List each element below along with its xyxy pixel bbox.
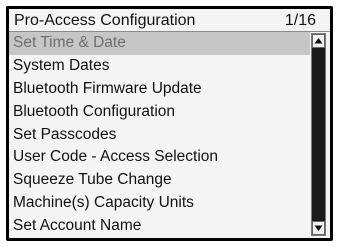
menu-item-bluetooth-configuration[interactable]: Bluetooth Configuration (9, 101, 310, 124)
configuration-menu: Set Time & Date System Dates Bluetooth F… (9, 32, 310, 238)
page-title: Pro-Access Configuration (14, 12, 196, 29)
scroll-up-button[interactable] (312, 34, 325, 48)
triangle-down-icon (314, 225, 323, 231)
scrollbar[interactable] (311, 33, 326, 236)
menu-item-set-passcodes[interactable]: Set Passcodes (9, 124, 310, 147)
triangle-up-icon (314, 38, 323, 44)
display-panel: Pro-Access Configuration 1/16 Set Time &… (9, 9, 330, 238)
device-screen-bezel: Pro-Access Configuration 1/16 Set Time &… (6, 6, 333, 241)
menu-item-set-account-name[interactable]: Set Account Name (9, 215, 310, 238)
title-bar: Pro-Access Configuration 1/16 (9, 9, 330, 32)
scrollbar-track[interactable] (312, 48, 325, 221)
menu-item-system-dates[interactable]: System Dates (9, 55, 310, 78)
page-indicator: 1/16 (284, 12, 316, 29)
menu-item-set-time-date[interactable]: Set Time & Date (9, 32, 310, 55)
menu-item-squeeze-tube-change[interactable]: Squeeze Tube Change (9, 169, 310, 192)
scroll-down-button[interactable] (312, 221, 325, 235)
menu-item-machine-capacity-units[interactable]: Machine(s) Capacity Units (9, 192, 310, 215)
menu-item-bluetooth-firmware-update[interactable]: Bluetooth Firmware Update (9, 78, 310, 101)
menu-item-user-code-access-selection[interactable]: User Code - Access Selection (9, 146, 310, 169)
